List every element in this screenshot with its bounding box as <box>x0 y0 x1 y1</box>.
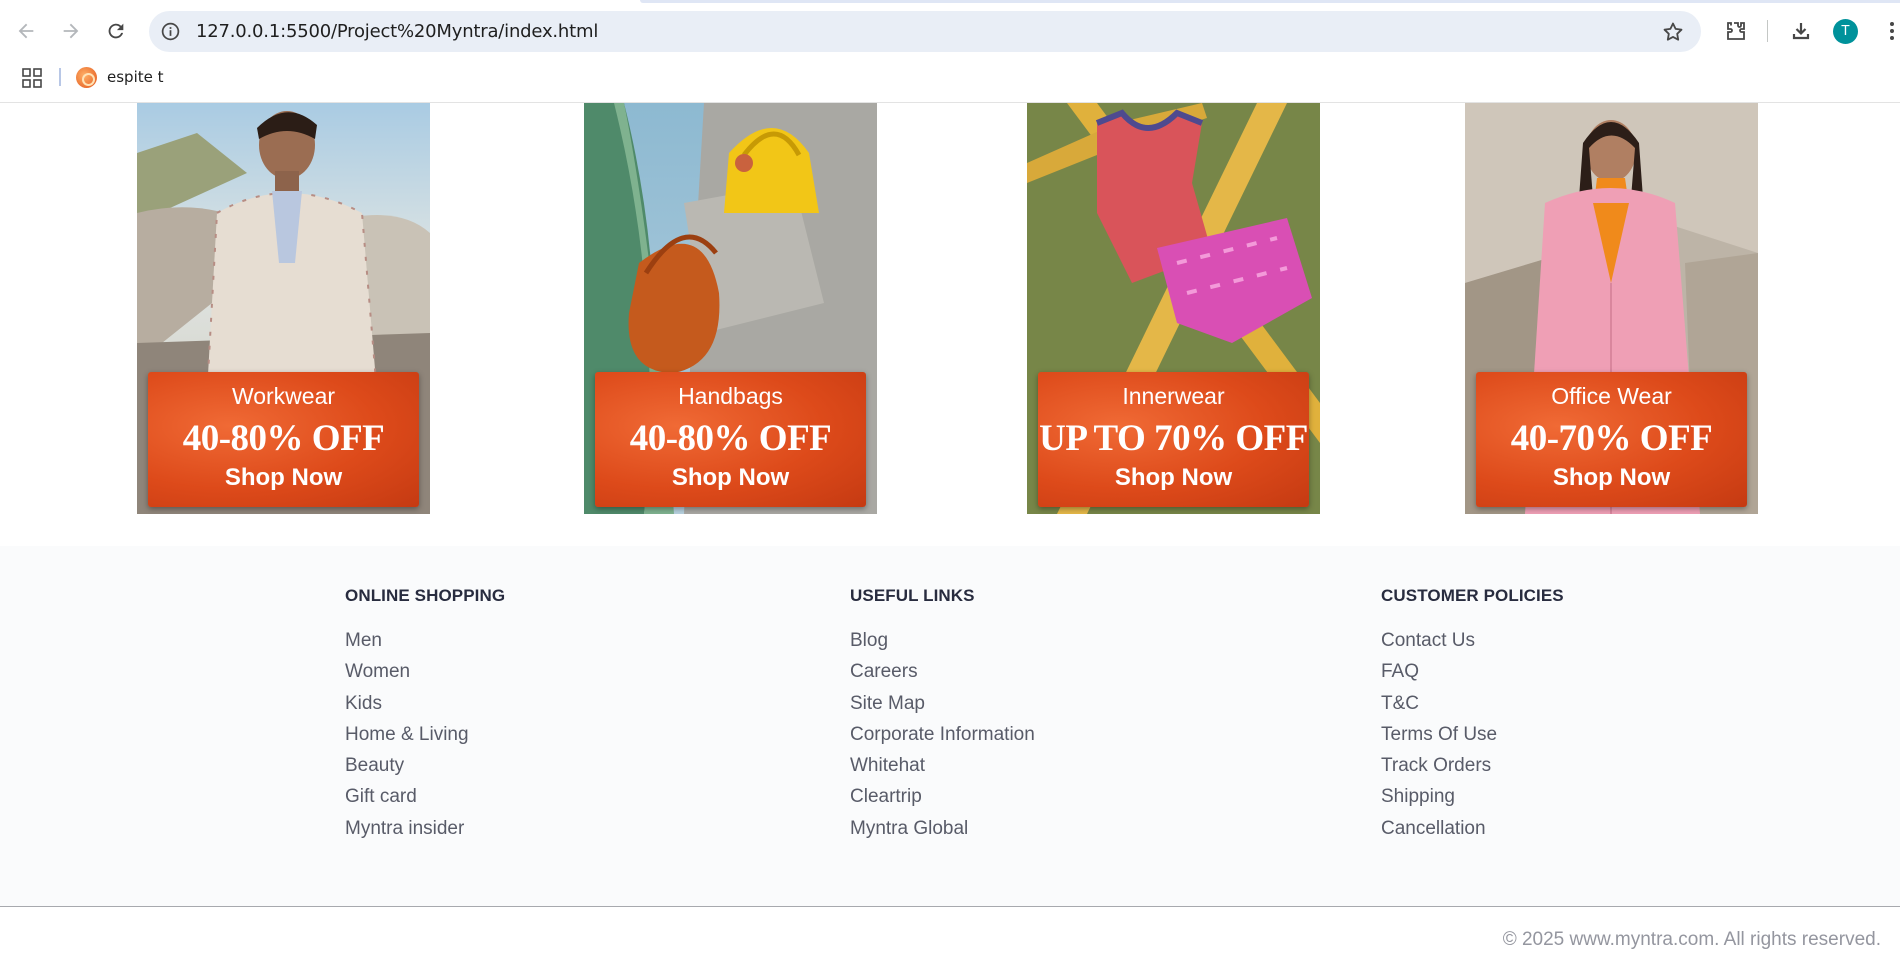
footer-heading: CUSTOMER POLICIES <box>1381 586 1564 605</box>
banner-offer: 40-70% OFF <box>1510 418 1713 459</box>
browser-toolbar: 127.0.0.1:5500/Project%20Myntra/index.ht… <box>0 0 1900 62</box>
footer-link[interactable]: Beauty <box>345 754 505 785</box>
banner-workwear[interactable]: Workwear 40-80% OFF Shop Now <box>137 103 430 514</box>
footer-link[interactable]: Blog <box>850 629 1035 660</box>
footer-link[interactable]: Cleartrip <box>850 785 1035 816</box>
offer-tag: Innerwear UP TO 70% OFF Shop Now <box>1038 372 1309 507</box>
footer-link[interactable]: Whitehat <box>850 754 1035 785</box>
footer-link[interactable]: Cancellation <box>1381 817 1564 848</box>
bookmark-label: espite t <box>107 68 164 86</box>
footer-link[interactable]: Site Map <box>850 692 1035 723</box>
footer-link[interactable]: FAQ <box>1381 660 1564 691</box>
extensions-button[interactable] <box>1722 17 1750 45</box>
footer-heading: ONLINE SHOPPING <box>345 586 506 605</box>
bookmark-item[interactable]: espite t <box>76 65 164 89</box>
banner-category: Innerwear <box>1122 383 1225 409</box>
shop-now-button[interactable]: Shop Now <box>1038 464 1309 492</box>
footer-divider <box>0 906 1900 907</box>
download-icon <box>1792 23 1810 40</box>
footer-link[interactable]: Men <box>345 629 505 660</box>
footer-heading: USEFUL LINKS <box>850 586 975 605</box>
footer-link[interactable]: Terms Of Use <box>1381 723 1564 754</box>
shop-now-button[interactable]: Shop Now <box>595 464 866 492</box>
banner-offer: UP TO 70% OFF <box>1039 418 1308 459</box>
more-vert-icon <box>1890 22 1894 40</box>
profile-avatar[interactable]: T <box>1833 19 1858 44</box>
offer-tag: Office Wear 40-70% OFF Shop Now <box>1476 372 1747 507</box>
reload-button[interactable] <box>98 13 134 49</box>
arrow-right-icon <box>63 23 79 39</box>
footer-link[interactable]: Shipping <box>1381 785 1564 816</box>
bookmark-star-icon[interactable] <box>1661 20 1685 44</box>
bookmarks-bar <box>0 62 1900 103</box>
address-bar[interactable]: 127.0.0.1:5500/Project%20Myntra/index.ht… <box>149 11 1701 52</box>
downloads-button[interactable] <box>1787 17 1815 45</box>
banner-category: Handbags <box>678 383 783 409</box>
site-info-icon[interactable] <box>160 21 181 42</box>
browser-menu-button[interactable] <box>1878 17 1900 45</box>
toolbar-separator <box>1767 20 1768 42</box>
tab-strip-edge <box>640 0 1900 3</box>
footer-column-useful-links: USEFUL LINKS Blog Careers Site Map Corpo… <box>850 586 1035 848</box>
puzzle-icon <box>1727 22 1745 40</box>
banner-offer: 40-80% OFF <box>629 418 832 459</box>
banner-office-wear[interactable]: Office Wear 40-70% OFF Shop Now <box>1465 103 1758 514</box>
favicon-icon <box>76 66 97 88</box>
offer-tag: Workwear 40-80% OFF Shop Now <box>148 372 419 507</box>
shop-now-button[interactable]: Shop Now <box>1476 464 1747 492</box>
footer-link[interactable]: Track Orders <box>1381 754 1564 785</box>
url-text[interactable]: 127.0.0.1:5500/Project%20Myntra/index.ht… <box>196 21 598 42</box>
footer-link[interactable]: Corporate Information <box>850 723 1035 754</box>
footer-link[interactable]: Kids <box>345 692 505 723</box>
arrow-left-icon <box>18 23 34 39</box>
footer-link[interactable]: Careers <box>850 660 1035 691</box>
apps-grid-icon[interactable] <box>22 68 42 88</box>
reload-icon <box>108 23 124 39</box>
shop-now-button[interactable]: Shop Now <box>148 464 419 492</box>
banner-handbags[interactable]: Handbags 40-80% OFF Shop Now <box>584 103 877 514</box>
footer-link[interactable]: Contact Us <box>1381 629 1564 660</box>
banner-offer: 40-80% OFF <box>182 418 385 459</box>
forward-button[interactable] <box>53 13 89 49</box>
offer-tag: Handbags 40-80% OFF Shop Now <box>595 372 866 507</box>
footer-link[interactable]: T&C <box>1381 692 1564 723</box>
bookmarks-separator <box>59 68 61 86</box>
footer-link[interactable]: Myntra insider <box>345 817 505 848</box>
banner-innerwear[interactable]: Innerwear UP TO 70% OFF Shop Now <box>1027 103 1320 514</box>
copyright-text: © 2025 www.myntra.com. All rights reserv… <box>1502 929 1881 950</box>
footer-link[interactable]: Myntra Global <box>850 817 1035 848</box>
footer-link[interactable]: Gift card <box>345 785 505 816</box>
banner-category: Office Wear <box>1551 383 1672 409</box>
banner-category: Workwear <box>231 383 336 409</box>
footer-column-customer-policies: CUSTOMER POLICIES Contact Us FAQ T&C Ter… <box>1381 586 1564 848</box>
back-button[interactable] <box>8 13 44 49</box>
footer-column-online-shopping: ONLINE SHOPPING Men Women Kids Home & Li… <box>345 586 505 848</box>
footer-link[interactable]: Women <box>345 660 505 691</box>
footer-link[interactable]: Home & Living <box>345 723 505 754</box>
